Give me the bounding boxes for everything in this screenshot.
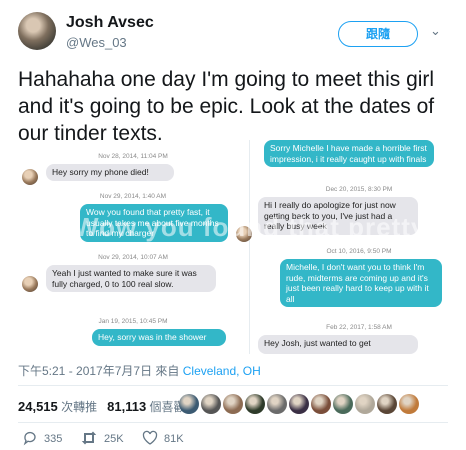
message-timestamp: Jan 19, 2015, 10:45 PM bbox=[98, 318, 168, 325]
heart-icon bbox=[142, 430, 158, 445]
message-bubble-received: Hey Josh, just wanted to get bbox=[258, 335, 418, 354]
display-name[interactable]: Josh Avsec bbox=[66, 14, 154, 32]
message-timestamp: Oct 10, 2016, 9:50 PM bbox=[326, 248, 392, 255]
liker-avatar[interactable] bbox=[399, 394, 419, 414]
tweet-stats: 24,515 次轉推 81,113 個喜歡 bbox=[18, 398, 186, 415]
divider bbox=[18, 385, 448, 386]
liker-avatar[interactable] bbox=[289, 394, 309, 414]
message-bubble-sent: Wow you found that pretty fast, it usual… bbox=[80, 204, 228, 242]
tweet-media-image[interactable]: Nov 28, 2014, 11:04 PM Hey sorry my phon… bbox=[18, 140, 448, 354]
tweet-text: Hahahaha one day I'm going to meet this … bbox=[18, 68, 435, 145]
message-timestamp: Feb 22, 2017, 1:58 AM bbox=[326, 324, 392, 331]
reply-button[interactable]: 335 bbox=[22, 430, 62, 446]
liker-avatar[interactable] bbox=[201, 394, 221, 414]
liker-avatar[interactable] bbox=[377, 394, 397, 414]
likes-count[interactable]: 81,113 bbox=[107, 399, 146, 414]
message-timestamp: Nov 29, 2014, 1:40 AM bbox=[99, 193, 167, 200]
chevron-down-icon[interactable]: ⌄ bbox=[430, 23, 441, 39]
media-divider bbox=[249, 140, 250, 354]
match-avatar bbox=[22, 276, 38, 292]
reply-count: 335 bbox=[44, 433, 63, 445]
liker-avatar[interactable] bbox=[311, 394, 331, 414]
tweet-location-link[interactable]: Cleveland, OH bbox=[183, 364, 261, 378]
liker-avatar[interactable] bbox=[333, 394, 353, 414]
liker-avatar[interactable] bbox=[179, 394, 199, 414]
retweet-icon bbox=[81, 431, 97, 445]
message-bubble-received: Hi I really do apologize for just now ge… bbox=[258, 197, 418, 235]
tweet-header: Josh Avsec @Wes_03 跟隨 ⌄ bbox=[0, 0, 466, 58]
message-bubble-sent: Sorry Michelle I have made a horrible fi… bbox=[264, 140, 434, 167]
divider bbox=[18, 422, 448, 423]
user-handle[interactable]: @Wes_03 bbox=[66, 35, 127, 50]
retweets-count[interactable]: 24,515 bbox=[18, 399, 58, 414]
retweets-label[interactable]: 次轉推 bbox=[61, 400, 97, 414]
retweet-count: 25K bbox=[104, 433, 124, 445]
liker-avatar[interactable] bbox=[223, 394, 243, 414]
liker-avatar[interactable] bbox=[267, 394, 287, 414]
message-timestamp: Nov 28, 2014, 11:04 PM bbox=[98, 153, 168, 160]
tweet-timestamp: 下午5:21 - 2017年7月7日 來自 Cleveland, OH bbox=[18, 362, 261, 379]
match-avatar bbox=[22, 169, 38, 185]
like-count: 81K bbox=[164, 433, 184, 445]
message-bubble-received: Hey sorry my phone died! bbox=[46, 164, 174, 181]
message-bubble-sent: Michelle, I don't want you to think I'm … bbox=[280, 259, 442, 307]
message-timestamp: Nov 29, 2014, 10:07 AM bbox=[98, 254, 168, 261]
retweet-button[interactable]: 25K bbox=[80, 430, 124, 446]
tweet-date: 下午5:21 - 2017年7月7日 來自 bbox=[18, 364, 180, 378]
match-avatar bbox=[236, 226, 252, 242]
message-timestamp: Dec 20, 2015, 8:30 PM bbox=[325, 186, 393, 193]
liker-avatars bbox=[179, 394, 421, 416]
user-avatar[interactable] bbox=[18, 12, 56, 50]
follow-button[interactable]: 跟隨 bbox=[338, 21, 418, 47]
message-bubble-received: Yeah I just wanted to make sure it was f… bbox=[46, 265, 216, 292]
liker-avatar[interactable] bbox=[245, 394, 265, 414]
reply-icon bbox=[23, 431, 36, 446]
liker-avatar[interactable] bbox=[355, 394, 375, 414]
like-button[interactable]: 81K bbox=[142, 430, 184, 446]
message-bubble-sent: Hey, sorry was in the shower bbox=[92, 329, 226, 346]
